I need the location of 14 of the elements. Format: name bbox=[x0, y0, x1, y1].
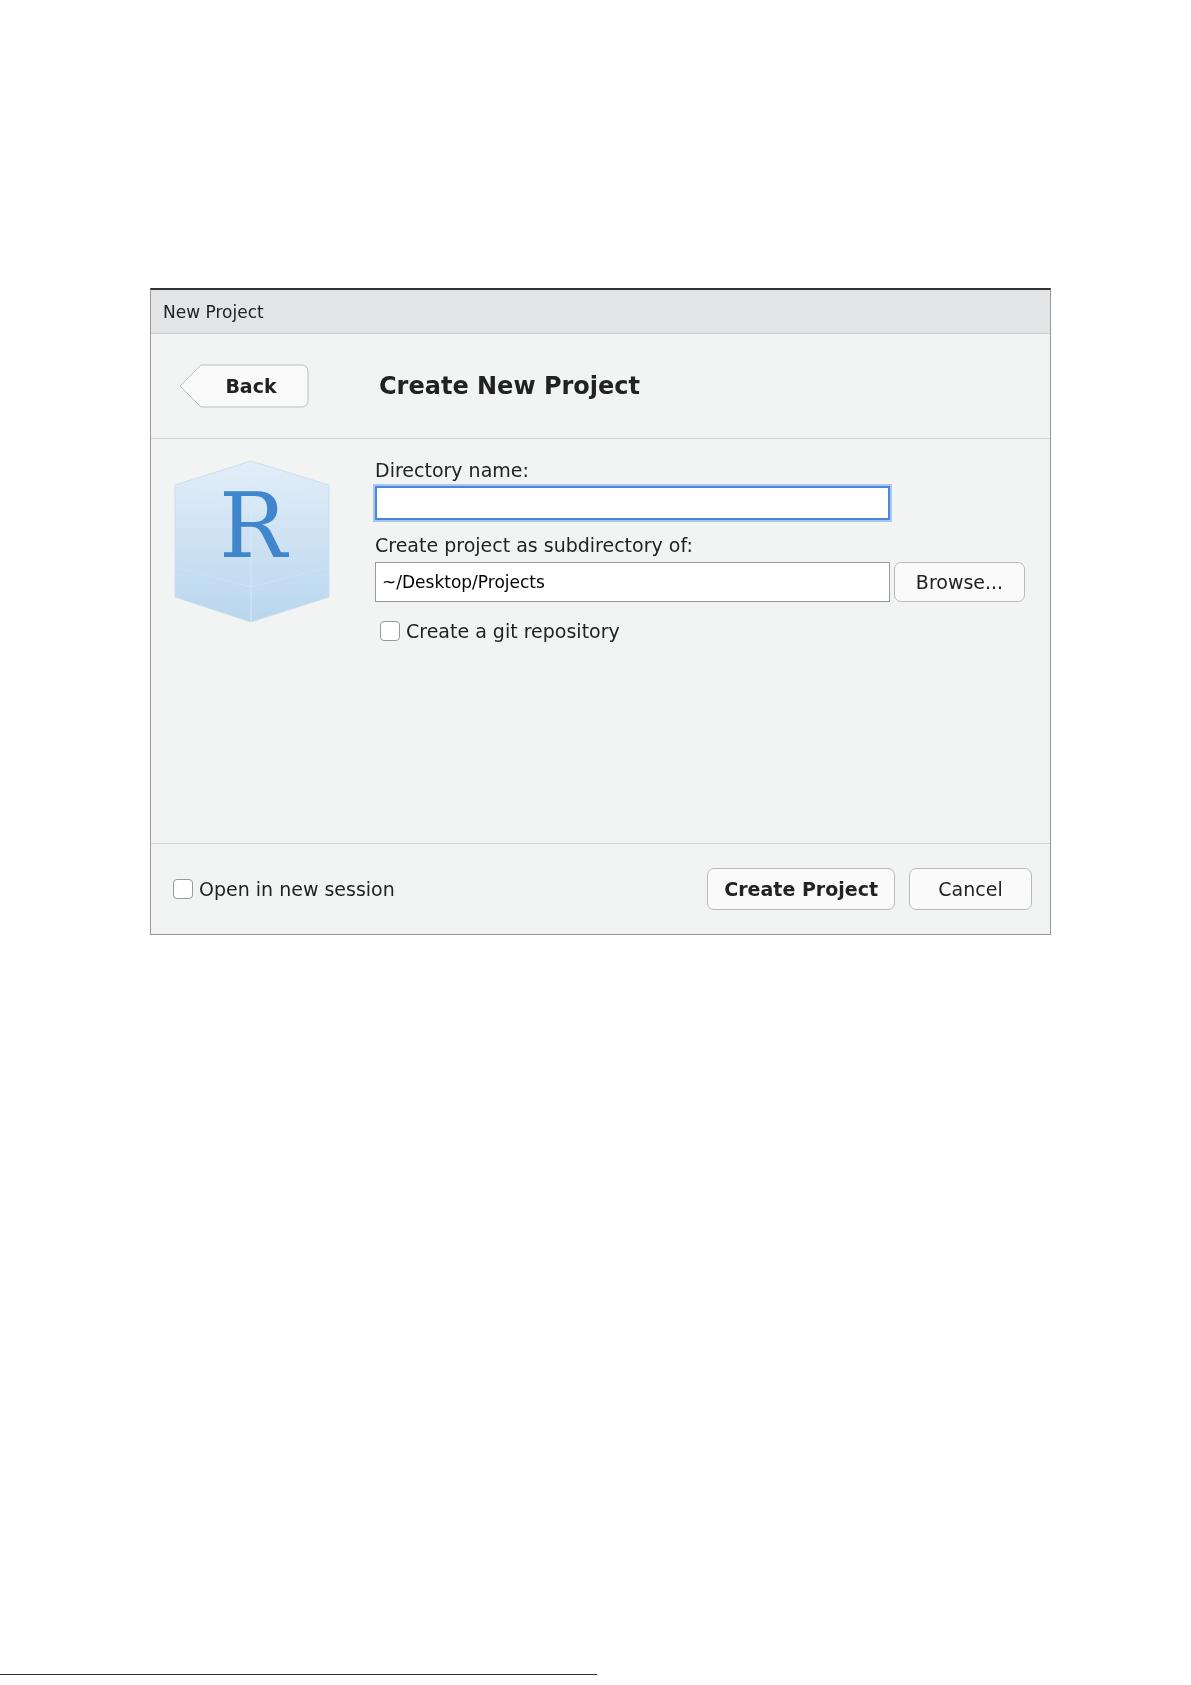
dialog-heading: Create New Project bbox=[379, 372, 641, 400]
create-project-button[interactable]: Create Project bbox=[707, 868, 895, 910]
window-title: New Project bbox=[163, 301, 264, 322]
browse-button[interactable]: Browse... bbox=[894, 562, 1025, 602]
checkbox-label: Open in new session bbox=[199, 877, 395, 902]
back-button[interactable]: Back bbox=[179, 364, 309, 408]
checkbox-label: Create a git repository bbox=[406, 619, 620, 644]
checkbox[interactable] bbox=[380, 621, 400, 641]
checkbox[interactable] bbox=[173, 879, 193, 899]
directory-path-field[interactable]: ~/Desktop/Projects bbox=[375, 562, 890, 602]
field-label: Create project as subdirectory of: bbox=[375, 533, 694, 558]
directory-name-field[interactable] bbox=[375, 486, 890, 520]
field-label: Directory name: bbox=[375, 458, 530, 483]
cancel-button[interactable]: Cancel bbox=[909, 868, 1032, 910]
